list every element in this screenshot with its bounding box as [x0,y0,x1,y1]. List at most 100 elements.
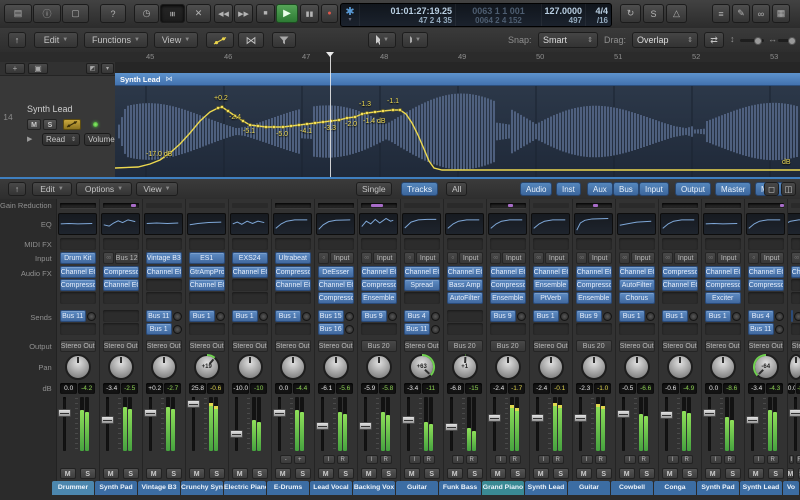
fader-cap[interactable] [703,409,716,417]
audio-fx-slot[interactable]: AutoFilter [447,292,483,304]
mute-button[interactable]: M [404,468,420,479]
pan-knob[interactable] [538,354,564,380]
channel-format-stereo-icon[interactable]: ○○ [705,252,716,264]
mixer-view-single[interactable]: Single [356,182,392,196]
fader-cap[interactable] [101,416,114,424]
audio-fx-slot[interactable] [146,279,182,291]
pan-knob[interactable]: -64 [753,354,779,380]
input-monitor-button[interactable]: I [323,455,335,464]
menu-functions[interactable]: Functions▼ [84,32,148,48]
input-monitor-button[interactable]: I [366,455,378,464]
send-slot[interactable]: Bus 11 [146,310,172,322]
eq-thumbnail[interactable] [746,213,785,235]
eq-thumbnail[interactable] [445,213,484,235]
midi-fx-slot[interactable] [60,238,96,250]
track-filter-button[interactable] [272,32,296,48]
send-slot[interactable]: Bus 15 [318,310,344,322]
send-level-knob[interactable] [173,325,182,334]
output-slot[interactable]: Stereo Out [705,340,741,352]
fader-cap[interactable] [402,416,415,424]
channel-name-synth-lead[interactable]: Synth Lead [740,481,782,495]
info-button[interactable]: ⓘ [33,4,61,23]
channel-name-conga[interactable]: Conga [654,481,696,495]
lcd-display[interactable]: ✱ ▾ 01:01:27:19.25 47 2 4 35 0063 1 1 00… [340,3,612,27]
pan-knob[interactable] [366,354,392,380]
midi-fx-slot[interactable] [619,238,655,250]
audio-fx-slot[interactable]: Channel EQ [447,266,483,278]
send-slot[interactable]: Bus 11 [404,323,430,335]
volume-db-readout[interactable]: 0.0 [60,383,77,394]
audio-fx-slot[interactable]: Channel EQ [662,279,698,291]
mute-button[interactable]: M [490,468,506,479]
channel-format-stereo-icon[interactable]: ○○ [103,252,114,264]
midi-fx-slot[interactable] [361,238,397,250]
send-slot[interactable]: Bus 11 [60,310,86,322]
record-enable-button[interactable]: R [337,455,349,464]
audio-fx-slot[interactable] [189,292,225,304]
send-slot[interactable] [490,323,526,335]
send-slot[interactable]: Bus 9 [490,310,516,322]
solo-button[interactable]: S [338,468,354,479]
mixer-button[interactable]: ≡ [160,4,185,23]
eq-thumbnail[interactable] [660,213,699,235]
output-slot[interactable]: Stereo Out [662,340,698,352]
output-slot[interactable]: Bus 20 [361,340,397,352]
audio-fx-slot[interactable]: Ensemble [576,292,612,304]
pan-knob[interactable]: +63 [409,354,435,380]
stop-button[interactable]: ■ [256,4,275,23]
mixer-menu-options[interactable]: Options▼ [76,182,132,196]
metronome-button[interactable]: △ [666,4,687,23]
send-slot[interactable]: Bus 1 [275,310,301,322]
input-monitor-button[interactable]: I [624,455,636,464]
menu-edit[interactable]: Edit▼ [34,32,78,48]
help-button[interactable]: ? [100,4,126,23]
pan-knob[interactable] [108,354,134,380]
send-slot[interactable]: Bus 9 [361,310,387,322]
audio-fx-slot[interactable]: Compressor [60,279,96,291]
input-monitor-button[interactable]: I [538,455,550,464]
mute-button[interactable]: M [619,468,635,479]
track-automation-toggle[interactable] [63,119,81,130]
track-mute-button[interactable]: M [27,119,41,130]
mixer-filter-audio[interactable]: Audio [520,182,552,196]
volume-db-readout[interactable]: -2.4 [533,383,550,394]
mixer-filter-aux[interactable]: Aux [587,182,613,196]
send-level-knob[interactable] [560,312,569,321]
input-slot[interactable]: Input [330,252,354,264]
mixer-filter-output[interactable]: Output [675,182,711,196]
audio-fx-slot[interactable]: Channel EQ [404,266,440,278]
send-level-knob[interactable] [517,312,526,321]
audio-fx-slot[interactable]: Compressor [705,279,741,291]
cycle-button[interactable]: ↻ [620,4,641,23]
horizontal-zoom-slider[interactable] [778,39,796,42]
input-slot[interactable]: Input [502,252,526,264]
volume-db-readout[interactable]: -5.9 [361,383,378,394]
solo-button[interactable]: S [553,468,569,479]
channel-format-stereo-icon[interactable]: ○○ [619,252,630,264]
region-header[interactable]: Synth Lead ⋈ [115,73,800,86]
send-level-knob[interactable] [646,312,655,321]
input-slot[interactable]: Input [631,252,655,264]
send-level-knob[interactable] [603,312,612,321]
output-slot[interactable]: Stereo Out [533,340,569,352]
send-slot[interactable] [103,310,139,322]
fader-cap[interactable] [273,409,286,417]
output-slot[interactable]: Stereo Out [146,340,182,352]
output-slot[interactable]: Bus 20 [490,340,526,352]
mixer-menu-view[interactable]: View▼ [136,182,178,196]
send-slot[interactable]: Bus 1 [533,310,559,322]
send-level-knob[interactable] [732,312,741,321]
play-button[interactable]: ▶ [276,4,298,23]
volume-db-readout[interactable]: -10.0 [232,383,249,394]
send-level-knob[interactable] [302,312,311,321]
mute-button[interactable]: M [447,468,463,479]
send-level-knob[interactable] [775,312,784,321]
channel-name-e-drums[interactable]: E-Drums [267,481,309,495]
send-level-knob[interactable] [259,312,268,321]
fader-track[interactable] [794,397,797,451]
output-slot[interactable]: Stereo Out [318,340,354,352]
automation-mode-select[interactable]: Read ⇕ [42,133,80,146]
lcd-signature-section[interactable]: 4/4 /16 [585,4,611,26]
channel-format-stereo-icon[interactable]: ○○ [361,252,372,264]
input-slot[interactable]: Input [459,252,483,264]
